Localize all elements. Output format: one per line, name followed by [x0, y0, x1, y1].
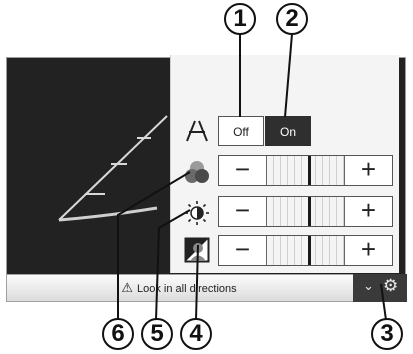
- callout-4: 4: [180, 318, 212, 350]
- callout-2: 2: [276, 3, 308, 35]
- leader-6: [117, 171, 191, 320]
- leader-2: [284, 33, 293, 118]
- callout-5: 5: [141, 318, 173, 350]
- leader-3: [380, 283, 387, 321]
- leader-4: [195, 244, 199, 321]
- callout-leaders: [117, 33, 387, 321]
- leader-5: [155, 209, 191, 321]
- callout-3: 3: [371, 318, 403, 350]
- callout-1: 1: [224, 3, 256, 35]
- callout-6: 6: [102, 318, 134, 350]
